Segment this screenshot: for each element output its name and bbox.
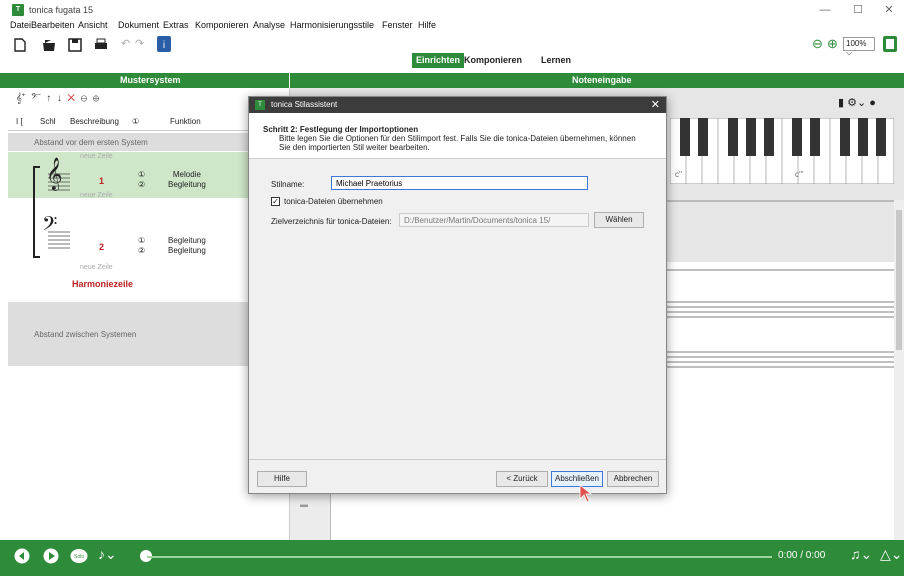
waehlen-button[interactable]: Wählen (594, 212, 644, 228)
score-marker: ▬ (300, 500, 308, 509)
menu-extras[interactable]: Extras (163, 20, 189, 30)
menu-dokument[interactable]: Dokument (118, 20, 159, 30)
zoom-out-icon[interactable]: ⊖ (812, 36, 823, 52)
col-funktion[interactable]: Funktion (170, 117, 201, 126)
menu-bearbeiten[interactable]: Bearbeiten (31, 20, 75, 30)
hilfe-button[interactable]: Hilfe (257, 471, 307, 487)
remove-staff-icon[interactable]: 𝄢⁻ (31, 93, 41, 104)
scrollbar-thumb[interactable] (896, 210, 902, 350)
vertical-scrollbar[interactable] (894, 200, 904, 540)
redo-icon[interactable]: ↷ (135, 37, 144, 50)
mouse-icon[interactable]: ▮ (838, 97, 844, 109)
progress-track[interactable] (147, 556, 772, 558)
piano-label-c2: c'' (675, 170, 683, 179)
left-zoom-in-icon[interactable]: ⊕ (93, 93, 100, 104)
dialog-close-icon[interactable]: ✕ (651, 98, 660, 111)
close-button[interactable]: ✕ (874, 2, 904, 18)
menu-ansicht[interactable]: Ansicht (78, 20, 108, 30)
delete-icon[interactable]: ✕ (67, 93, 75, 104)
move-up-icon[interactable]: ↑ (46, 93, 51, 104)
left-zoom-out-icon[interactable]: ⊖ (81, 93, 88, 104)
svg-text:Solo: Solo (74, 554, 84, 560)
volume-icon[interactable]: ♫⌄ (850, 546, 872, 563)
mode-komponieren[interactable]: Komponieren (460, 53, 526, 68)
panel-toggle-icon[interactable] (883, 36, 897, 52)
abbrechen-button[interactable]: Abbrechen (607, 471, 659, 487)
zielverzeichnis-input[interactable] (399, 213, 589, 227)
panel-header-bar: Mustersystem Noteneingabe (0, 73, 904, 88)
dialog-logo: T (255, 100, 265, 110)
menu-hilfe[interactable]: Hilfe (418, 20, 436, 30)
zurueck-button[interactable]: < Zurück (496, 471, 548, 487)
title-bar (0, 0, 904, 20)
piano-keyboard[interactable] (670, 118, 894, 184)
stilassistent-dialog: T tonica Stilassistent ✕ Schritt 2: Fest… (248, 96, 667, 494)
abschliessen-button[interactable]: Abschließen (551, 471, 603, 487)
add-staff-icon[interactable]: 𝄞⁺ (16, 93, 25, 104)
panel-divider (289, 73, 290, 88)
menu-bar: Datei Bearbeiten Ansicht Dokument Extras… (0, 20, 904, 33)
maximize-button[interactable]: ☐ (843, 2, 873, 18)
settings-icon[interactable]: ⚙ (847, 97, 857, 109)
system-brace (33, 166, 40, 258)
save-icon[interactable] (68, 38, 82, 52)
zoom-select[interactable]: 100% ⌵ (843, 37, 875, 57)
player-bar (0, 540, 904, 576)
col-schl[interactable]: Schl (40, 117, 56, 126)
staff-2-number: 2 (99, 242, 105, 252)
move-down-icon[interactable]: ↓ (57, 93, 62, 104)
mode-lernen[interactable]: Lernen (537, 53, 575, 68)
window-title: tonica fugata 15 (29, 5, 94, 15)
metronome-icon[interactable]: ♪⌄ (98, 546, 117, 563)
new-file-icon[interactable] (14, 38, 26, 52)
menu-fenster[interactable]: Fenster (382, 20, 413, 30)
menu-datei[interactable]: Datei (10, 20, 31, 30)
stilname-label: Stilname: (271, 180, 305, 189)
step-description: Bitte legen Sie die Optionen für den Sti… (279, 134, 636, 152)
step-title: Schritt 2: Festlegung der Importoptionen (263, 125, 419, 134)
info-circle-icon[interactable]: ● (869, 97, 876, 109)
app-logo: T (12, 4, 24, 16)
mouse-cursor-icon (579, 484, 593, 503)
open-file-icon[interactable] (42, 38, 56, 52)
left-toolbar: 𝄞⁺ 𝄢⁻ ↑ ↓ ✕ ⊖ ⊕ (16, 93, 99, 107)
rewind-icon[interactable] (14, 548, 30, 564)
tempo-icon[interactable]: △⌄ (880, 546, 903, 563)
harmoniezeile-label: Harmoniezeile (72, 279, 134, 289)
noteneingabe-title: Noteneingabe (572, 75, 632, 85)
mini-staves (48, 173, 70, 249)
staff-1-functions: Melodie Begleitung (168, 170, 206, 189)
solo-icon[interactable]: Solo (70, 548, 88, 564)
menu-harmonisierungsstile[interactable]: Harmonisierungsstile (290, 20, 374, 30)
time-display: 0:00 / 0:00 (778, 550, 826, 561)
zoom-in-icon[interactable]: ⊕ (827, 36, 838, 52)
abstand-top-label: Abstand vor dem ersten System (34, 138, 148, 147)
right-tools: ▮ ⚙⌄ ● (838, 97, 876, 109)
print-icon[interactable] (94, 38, 108, 52)
tonica-dateien-checkbox[interactable]: ✓ (271, 197, 280, 206)
mustersystem-title: Mustersystem (120, 75, 181, 85)
mode-einrichten[interactable]: Einrichten (412, 53, 465, 68)
zielverzeichnis-label: Zielverzeichnis für tonica-Dateien: (271, 217, 392, 226)
dialog-header: Schritt 2: Festlegung der Importoptionen… (249, 113, 666, 159)
menu-analyse[interactable]: Analyse (253, 20, 285, 30)
menu-komponieren[interactable]: Komponieren (195, 20, 249, 30)
abstand-zwischen-label: Abstand zwischen Systemen (34, 330, 137, 339)
undo-icon[interactable]: ↶ (121, 37, 130, 50)
play-icon[interactable] (43, 548, 59, 564)
dialog-title: tonica Stilassistent (271, 100, 338, 109)
minimize-button[interactable]: — (810, 2, 840, 18)
staff-1-number: 1 (99, 176, 105, 186)
col-circle-icon: ① (132, 117, 140, 126)
staff-2-functions: Begleitung Begleitung (168, 236, 206, 255)
col-beschreibung[interactable]: Beschreibung (70, 117, 119, 126)
piano-label-c3: c''' (795, 170, 804, 179)
tonica-dateien-label[interactable]: tonica-Dateien übernehmen (284, 197, 383, 206)
stilname-input[interactable] (331, 176, 588, 190)
svg-text:i: i (163, 40, 165, 51)
info-icon[interactable]: i (157, 36, 171, 52)
